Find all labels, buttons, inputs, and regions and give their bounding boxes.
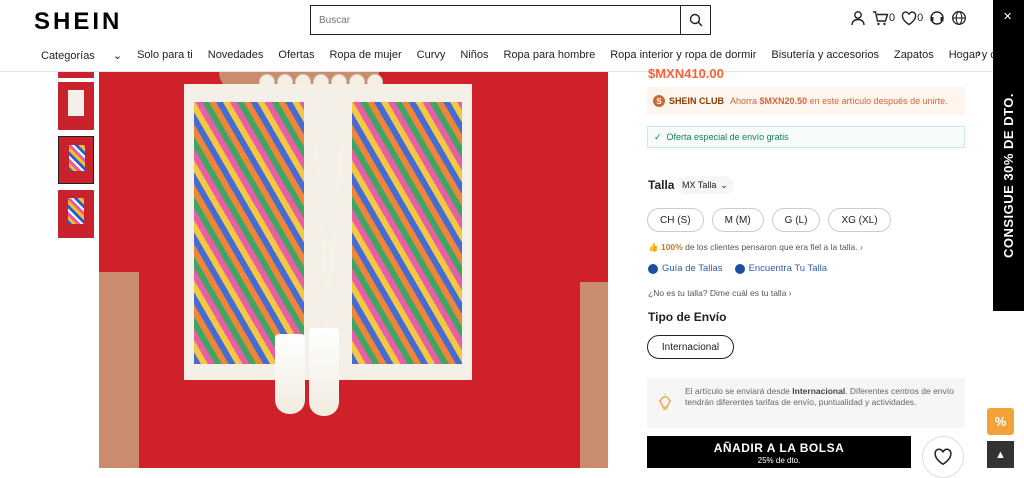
size-guides: Guía de Tallas Encuentra Tu Talla	[648, 263, 827, 274]
nav-item-curvy[interactable]: Curvy	[417, 49, 446, 62]
wishlist-add-button[interactable]	[922, 436, 964, 478]
ruler-icon	[648, 263, 658, 274]
thumbnail[interactable]	[58, 190, 94, 238]
thumbs-up-icon: 👍	[648, 242, 659, 252]
thumbnail[interactable]	[58, 82, 94, 130]
size-label: Talla	[648, 178, 675, 192]
nav-item-ofertas[interactable]: Ofertas	[278, 49, 314, 62]
coupon-badge[interactable]: %	[987, 408, 1014, 435]
shipping-type-label: Tipo de Envío	[648, 310, 727, 324]
cart-button[interactable]: 0	[872, 10, 895, 26]
wishlist-count: 0	[917, 12, 924, 24]
account-icon[interactable]	[850, 10, 866, 26]
product-main-image[interactable]	[99, 72, 608, 468]
nav-item-ropa-de-mujer[interactable]: Ropa de mujer	[329, 49, 401, 62]
nav-item-zapatos[interactable]: Zapatos	[894, 49, 934, 62]
promo-side-banner[interactable]: ✕ CONSIGUE 30% DE DTO.	[993, 0, 1024, 311]
shein-logo[interactable]: SHEIN	[34, 8, 122, 36]
find-size-icon	[734, 263, 745, 274]
back-to-top-button[interactable]: ▲	[987, 441, 1014, 468]
wishlist-button[interactable]: 0	[901, 10, 924, 26]
category-nav: Categorías ⌄ Solo para ti Novedades Ofer…	[0, 44, 1024, 70]
size-system-select[interactable]: MX Talla ⌄	[676, 176, 734, 194]
heart-icon	[934, 448, 952, 466]
find-size-link[interactable]: Encuentra Tu Talla	[734, 263, 827, 274]
heart-icon	[901, 10, 917, 25]
lightbulb-icon	[657, 394, 673, 415]
product-price: $MXN410.00	[648, 66, 724, 81]
size-option-l[interactable]: G (L)	[771, 208, 821, 232]
add-to-bag-button[interactable]: AÑADIR A LA BOLSA 25% de dto.	[647, 436, 911, 468]
cart-count: 0	[889, 12, 896, 24]
close-icon[interactable]: ✕	[1003, 10, 1012, 23]
size-option-s[interactable]: CH (S)	[647, 208, 704, 232]
cart-icon	[873, 11, 889, 26]
nav-item-categorias[interactable]: Categorías ⌄	[41, 49, 122, 62]
site-header: SHEIN 0 0 Categorías ⌄ Solo para ti Nove…	[0, 0, 1024, 72]
thumbnail-selected[interactable]	[58, 136, 94, 184]
arrow-up-icon: ▲	[995, 448, 1006, 461]
nav-item-novedades[interactable]: Novedades	[208, 49, 264, 62]
chevron-down-icon: ⌄	[720, 179, 728, 190]
size-guide-link[interactable]: Guía de Tallas	[648, 263, 723, 274]
ask-size-link[interactable]: ¿No es tu talla? Dime cuál es tu talla ›	[648, 288, 792, 298]
nav-item-bisuteria[interactable]: Bisutería y accesorios	[771, 49, 879, 62]
globe-icon[interactable]	[951, 10, 967, 26]
free-shipping-offer: ✓ Oferta especial de envío gratis	[647, 126, 965, 148]
club-badge-icon: S	[653, 95, 665, 107]
fit-feedback[interactable]: 👍 100% de los clientes pensaron que era …	[648, 242, 863, 253]
nav-item-ropa-para-hombre[interactable]: Ropa para hombre	[504, 49, 596, 62]
chevron-left-icon[interactable]: ‹	[959, 46, 963, 60]
support-icon[interactable]	[929, 10, 945, 26]
thumbnail[interactable]	[58, 72, 94, 78]
size-options: CH (S) M (M) G (L) XG (XL)	[647, 208, 891, 232]
search-bar	[310, 5, 711, 35]
nav-arrows: ‹ ›	[959, 46, 981, 60]
search-icon	[689, 13, 702, 27]
size-option-m[interactable]: M (M)	[711, 208, 764, 232]
chevron-right-icon[interactable]: ›	[977, 46, 981, 60]
nav-item-ropa-interior[interactable]: Ropa interior y ropa de dormir	[610, 49, 756, 62]
size-option-xl[interactable]: XG (XL)	[828, 208, 891, 232]
search-button[interactable]	[680, 6, 710, 34]
shein-club-banner[interactable]: S SHEIN CLUB Ahorra $MXN20.50 en este ar…	[647, 87, 965, 115]
header-icons: 0 0	[850, 10, 967, 26]
thumbnail-strip	[58, 72, 96, 244]
nav-item-solo-para-ti[interactable]: Solo para ti	[137, 49, 193, 62]
search-input[interactable]	[311, 6, 680, 34]
check-icon: ✓	[654, 131, 662, 142]
shipping-option-international[interactable]: Internacional	[647, 335, 734, 359]
shipping-note: El artículo se enviará desde Internacion…	[647, 378, 965, 428]
nav-item-ninos[interactable]: Niños	[460, 49, 488, 62]
